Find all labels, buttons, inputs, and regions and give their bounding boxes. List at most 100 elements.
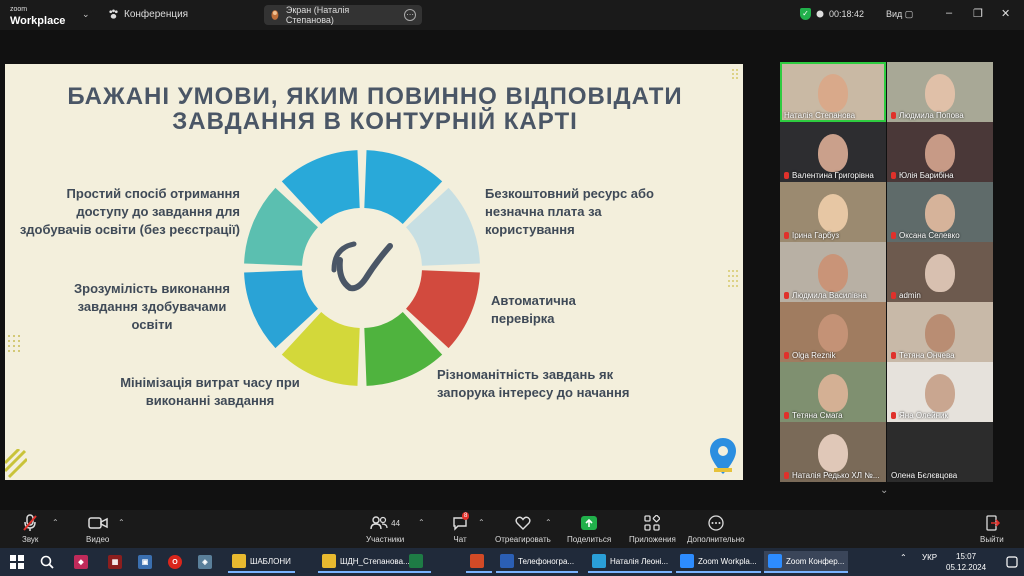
app-icon[interactable]: ▦ bbox=[108, 555, 122, 569]
text-line: користування bbox=[485, 222, 575, 237]
taskbar-app-button[interactable]: Zoom Конфер... bbox=[764, 551, 849, 573]
participant-tile[interactable]: Валентина Григорівна bbox=[780, 122, 886, 182]
app-icon[interactable]: ◈ bbox=[198, 555, 212, 569]
participant-name: Валентина Григорівна bbox=[784, 171, 874, 180]
meeting-toolbar: Звук ⌃ Видео ⌃ 44 Участники ⌃ 8 Чат ⌃ От… bbox=[0, 510, 1024, 548]
participants-options-chevron-icon[interactable]: ⌃ bbox=[418, 518, 425, 527]
participant-tile[interactable]: Яна Олейник bbox=[887, 362, 993, 422]
more-button[interactable]: Дополнительно bbox=[687, 514, 745, 544]
mic-muted-icon bbox=[23, 514, 37, 531]
mic-muted-icon bbox=[784, 412, 789, 419]
app-icon[interactable]: ◆ bbox=[74, 555, 88, 569]
share-label: Экран (Наталія Степанова) bbox=[285, 5, 350, 25]
app-icon bbox=[680, 554, 694, 568]
gallery-scroll-down-icon[interactable]: ⌄ bbox=[880, 485, 888, 496]
participant-tile[interactable]: Olga Reznik bbox=[780, 302, 886, 362]
participant-video bbox=[818, 254, 848, 292]
opera-icon[interactable]: O bbox=[168, 555, 182, 569]
participant-tile[interactable]: Ірина Гарбуз bbox=[780, 182, 886, 242]
participant-video bbox=[925, 314, 955, 352]
audio-label: Звук bbox=[22, 535, 39, 544]
participant-tile[interactable]: Наталія Редько ХЛ №... bbox=[780, 422, 886, 482]
participant-name-text: Наталія Степанова bbox=[784, 111, 856, 120]
conference-menu[interactable]: Конференция bbox=[108, 9, 188, 20]
participant-video bbox=[818, 374, 848, 412]
audio-options-chevron-icon[interactable]: ⌃ bbox=[52, 518, 59, 527]
audio-button[interactable]: Звук bbox=[22, 514, 38, 544]
zoom-logo: zoom Workplace bbox=[10, 5, 65, 27]
participant-tile[interactable]: Олена Бєлєвцова bbox=[887, 422, 993, 482]
close-icon[interactable]: ✕ bbox=[1001, 7, 1010, 20]
leave-button[interactable]: Выйти bbox=[980, 514, 1004, 544]
apps-button[interactable]: Приложения bbox=[629, 514, 676, 544]
taskbar-app-button[interactable]: Zoom Workpla... bbox=[676, 551, 761, 573]
chevron-down-icon[interactable]: ⌄ bbox=[82, 9, 90, 20]
apps-grid-icon bbox=[644, 515, 661, 531]
text-line: завдання здобувачами bbox=[77, 299, 227, 314]
exit-icon bbox=[986, 515, 1000, 531]
condition-clarity: Зрозумілість виконання завдання здобувач… bbox=[57, 280, 247, 334]
taskbar-clock[interactable]: 15:07 05.12.2024 bbox=[946, 551, 986, 573]
taskbar-app-button[interactable] bbox=[466, 551, 492, 573]
share-screen-label: Поделиться bbox=[567, 535, 612, 544]
shield-check-icon[interactable]: ✓ bbox=[800, 8, 811, 20]
mic-muted-icon bbox=[784, 352, 789, 359]
timer-value: 00:18:42 bbox=[829, 9, 865, 19]
app-icon bbox=[470, 554, 484, 568]
brand-line-1: zoom bbox=[10, 6, 28, 13]
slide-title-line-2: ЗАВДАННЯ В КОНТУРНІЙ КАРТІ bbox=[172, 108, 578, 135]
participants-button[interactable]: 44 Участники bbox=[366, 514, 404, 544]
mic-muted-icon bbox=[891, 232, 896, 239]
view-menu-button[interactable]: Вид ▢ bbox=[886, 9, 913, 20]
participant-tile[interactable]: Тетяна Смага bbox=[780, 362, 886, 422]
participants-icon bbox=[370, 516, 388, 530]
participant-name-text: Юлія Барибіна bbox=[899, 171, 954, 180]
taskbar-app-label: Наталія Леоні... bbox=[610, 556, 669, 566]
participant-tile[interactable]: admin bbox=[887, 242, 993, 302]
taskbar-app-label: ШДН_Степанова... bbox=[340, 556, 410, 566]
taskbar-app-button[interactable]: ШДН_Степанова... bbox=[318, 551, 414, 573]
taskbar-app-button[interactable] bbox=[405, 551, 431, 573]
decorative-dots-icon bbox=[728, 270, 738, 287]
tray-chevron-icon[interactable]: ⌃ bbox=[900, 553, 907, 562]
participant-tile[interactable]: Наталія Степанова bbox=[780, 62, 886, 122]
windows-start-icon[interactable] bbox=[10, 555, 24, 569]
participant-gallery: Наталія Степанова Людмила Попова Валентина… bbox=[780, 62, 993, 482]
participant-name-text: Тетяна Ончева bbox=[899, 351, 955, 360]
video-options-chevron-icon[interactable]: ⌃ bbox=[118, 518, 125, 527]
react-button[interactable]: Отреагировать bbox=[495, 514, 551, 544]
app-icon bbox=[500, 554, 514, 568]
taskbar-app-button[interactable]: Наталія Леоні... bbox=[588, 551, 673, 573]
restore-icon[interactable]: ❐ bbox=[973, 7, 983, 20]
more-label: Дополнительно bbox=[687, 535, 745, 544]
search-icon[interactable] bbox=[40, 555, 54, 569]
apps-label: Приложения bbox=[629, 535, 676, 544]
taskbar-app-button[interactable]: Телефоногра... bbox=[496, 551, 579, 573]
participant-name-text: Яна Олейник bbox=[899, 411, 948, 420]
save-disk-icon[interactable]: ▣ bbox=[138, 555, 152, 569]
participant-tile[interactable]: Юлія Барибіна bbox=[887, 122, 993, 182]
video-button[interactable]: Видео bbox=[86, 514, 109, 544]
condition-simple-access: Простий спосіб отримання доступу до завд… bbox=[20, 185, 240, 239]
chat-options-chevron-icon[interactable]: ⌃ bbox=[478, 518, 485, 527]
meeting-timer: ✓ 00:18:42 bbox=[800, 8, 864, 20]
participant-video bbox=[925, 254, 955, 292]
participant-name: admin bbox=[891, 291, 921, 300]
participants-label: Участники bbox=[366, 535, 405, 544]
more-options-icon[interactable]: ··· bbox=[404, 9, 416, 21]
taskbar-app-button[interactable]: ШАБЛОНИ bbox=[228, 551, 295, 573]
participant-tile[interactable]: Людмила Попова bbox=[887, 62, 993, 122]
participant-name: Юлія Барибіна bbox=[891, 171, 954, 180]
conference-label: Конференция bbox=[124, 9, 189, 20]
screen-share-indicator[interactable]: Экран (Наталія Степанова) ··· bbox=[264, 5, 422, 25]
notifications-icon[interactable] bbox=[1006, 556, 1018, 568]
participant-tile[interactable]: Людмила Василівна bbox=[780, 242, 886, 302]
participant-tile[interactable]: Оксана Селевко bbox=[887, 182, 993, 242]
language-indicator[interactable]: УКР bbox=[922, 553, 937, 562]
react-options-chevron-icon[interactable]: ⌃ bbox=[545, 518, 552, 527]
participant-tile[interactable]: Тетяна Ончева bbox=[887, 302, 993, 362]
chat-button[interactable]: 8 Чат bbox=[452, 512, 470, 544]
minimize-icon[interactable]: – bbox=[946, 7, 952, 19]
share-screen-button[interactable]: Поделиться bbox=[567, 514, 611, 544]
chat-label: Чат bbox=[453, 535, 467, 544]
